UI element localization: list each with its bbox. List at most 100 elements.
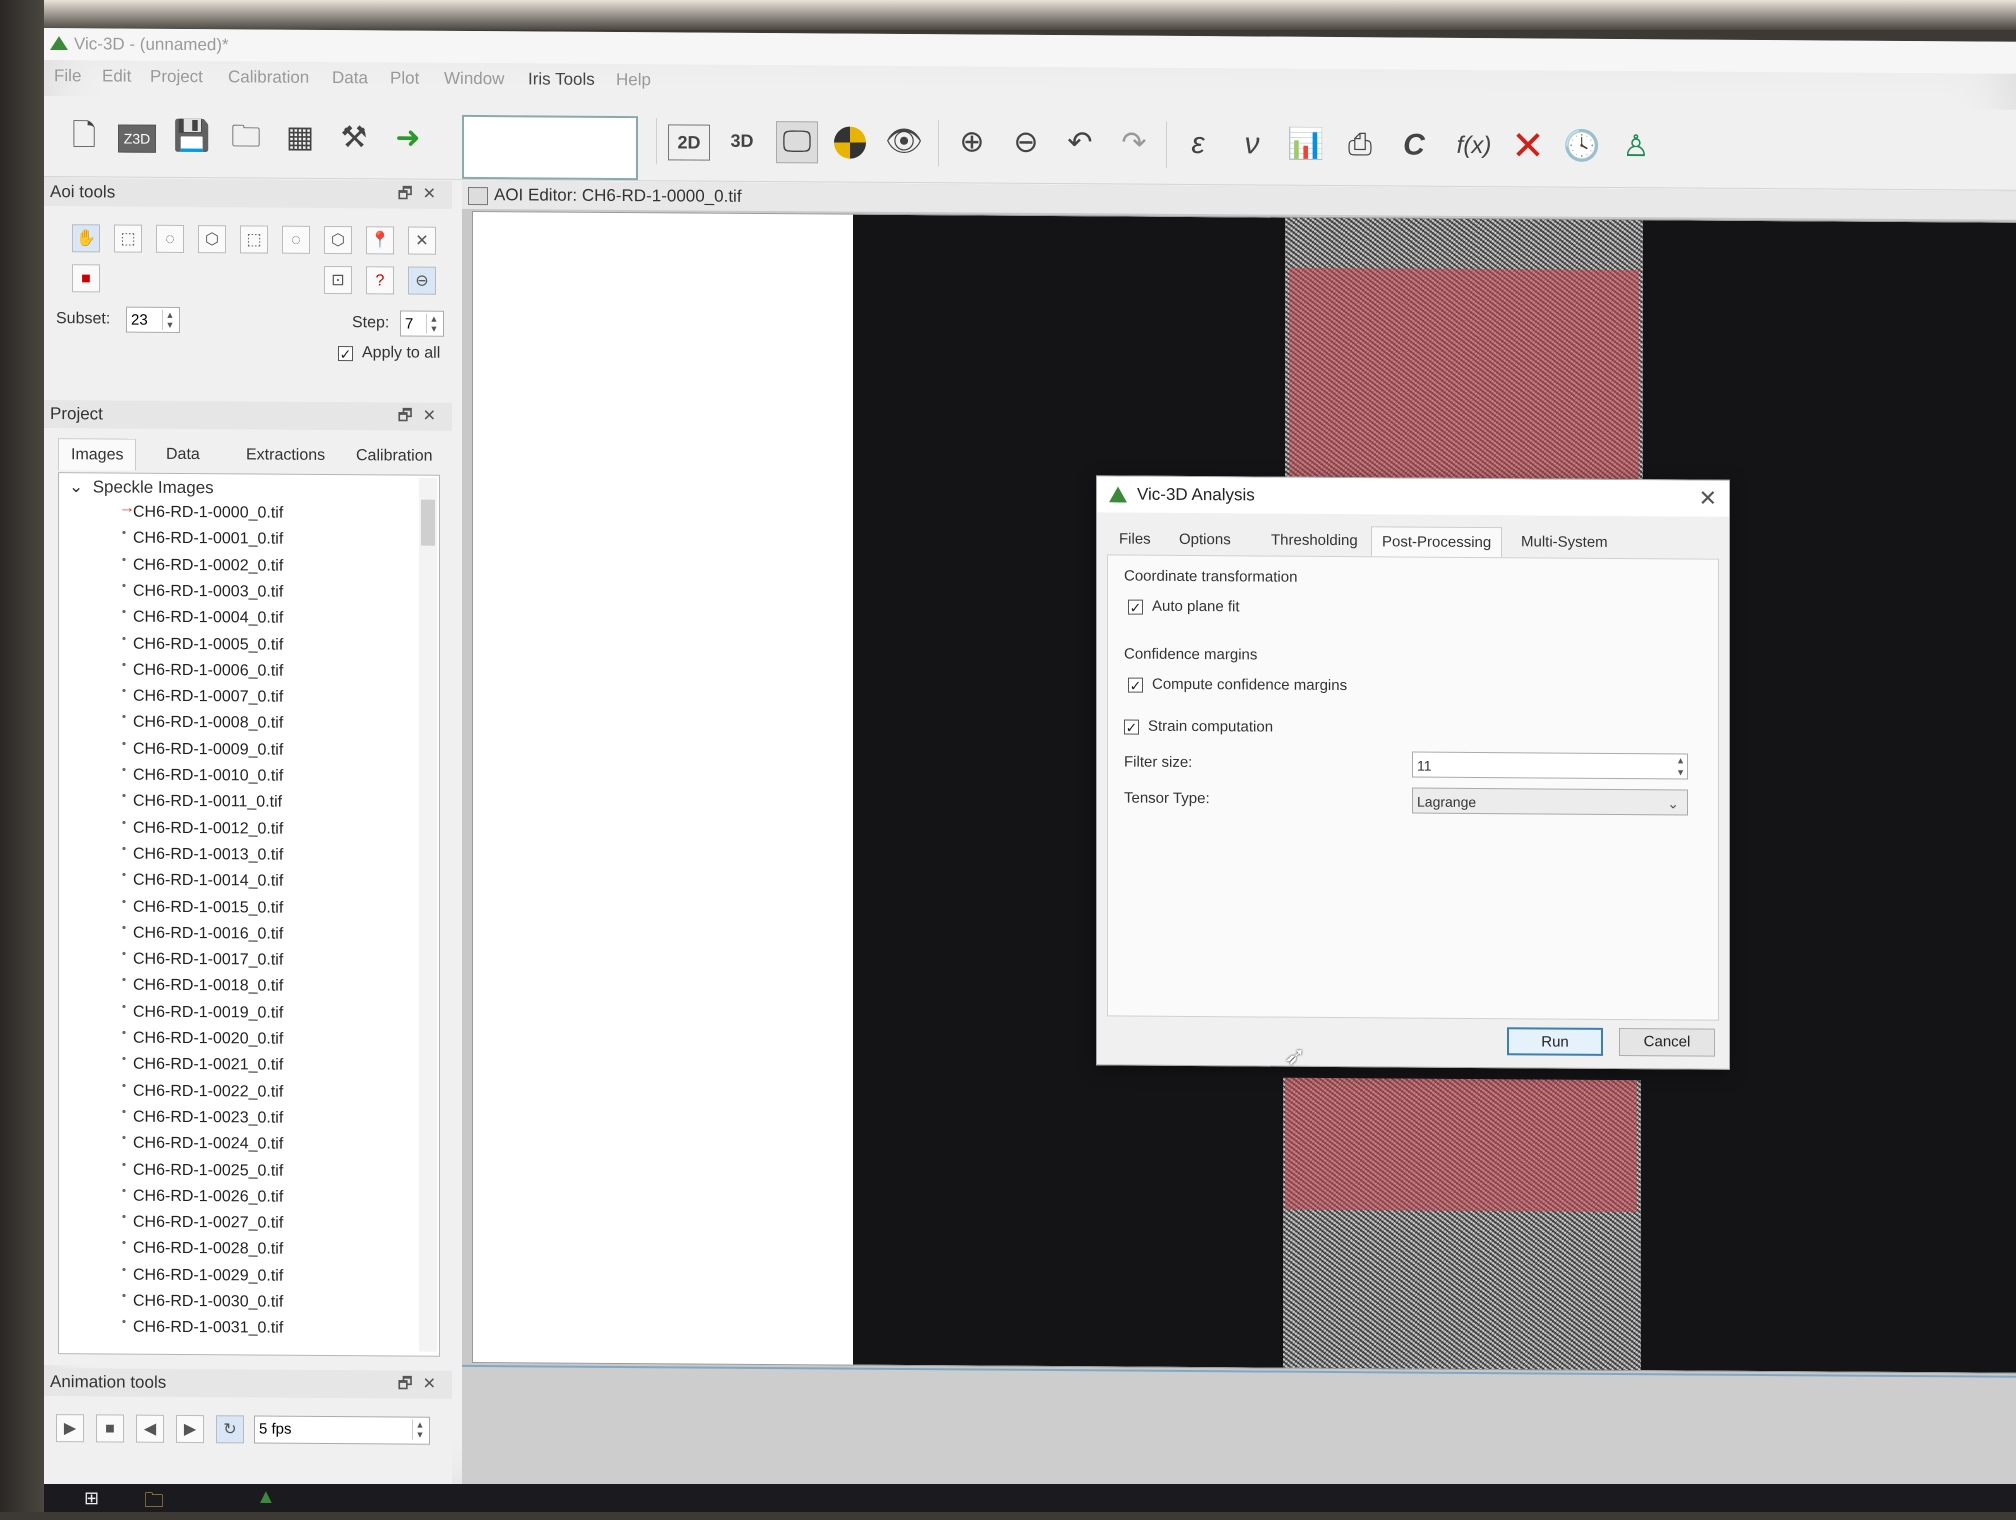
tree-file-item[interactable]: CH6-RD-1-0009_0.tif (133, 736, 283, 763)
tree-group-speckle-images[interactable]: Speckle Images (93, 477, 214, 497)
tab-files[interactable]: Files (1109, 524, 1161, 554)
target-icon[interactable] (830, 121, 870, 161)
tree-file-item[interactable]: CH6-RD-1-0015_0.tif (133, 894, 283, 921)
tree-file-item[interactable]: CH6-RD-1-0026_0.tif (133, 1183, 283, 1210)
tree-scrollbar[interactable] (419, 478, 437, 1352)
redo-icon[interactable]: ↷ (1114, 123, 1154, 163)
tree-file-item[interactable]: CH6-RD-1-0008_0.tif (133, 710, 283, 737)
tree-file-item[interactable]: CH6-RD-1-0012_0.tif (133, 815, 283, 842)
loop-icon[interactable]: ↻ (216, 1415, 244, 1443)
wand-icon[interactable]: ⚒ (334, 118, 374, 158)
export-arrow-icon[interactable]: ➜ (388, 118, 428, 158)
run-button[interactable]: Run (1507, 1027, 1603, 1056)
tree-file-item[interactable]: CH6-RD-1-0020_0.tif (133, 1026, 283, 1053)
tree-file-item[interactable]: CH6-RD-1-0005_0.tif (133, 631, 283, 658)
tree-file-item[interactable]: CH6-RD-1-0021_0.tif (133, 1052, 283, 1079)
tab-extractions[interactable]: Extractions (234, 439, 337, 472)
tab-post-processing[interactable]: Post-Processing (1371, 526, 1502, 558)
tree-file-item[interactable]: CH6-RD-1-0006_0.tif (133, 657, 283, 684)
compute-confidence-checkbox[interactable]: ✓ (1128, 678, 1143, 693)
grid-icon[interactable]: ▦ (280, 118, 320, 158)
tree-file-item[interactable]: CH6-RD-1-0003_0.tif (133, 579, 283, 606)
c-icon[interactable]: C (1394, 125, 1434, 165)
tree-file-item[interactable]: CH6-RD-1-0007_0.tif (133, 684, 283, 711)
tree-file-item[interactable]: CH6-RD-1-0029_0.tif (133, 1262, 283, 1289)
tree-file-item[interactable]: CH6-RD-1-0025_0.tif (133, 1157, 283, 1184)
tree-file-item[interactable]: CH6-RD-1-0027_0.tif (133, 1210, 283, 1237)
auto-plane-fit-checkbox[interactable]: ✓ (1128, 600, 1143, 615)
ellipse-select-icon[interactable]: ◌ (156, 225, 184, 253)
menu-data[interactable]: Data (332, 68, 368, 88)
chart-icon[interactable]: 📊 (1286, 125, 1326, 165)
fps-spinbox[interactable]: 5 fps▲▼ (254, 1415, 430, 1444)
vic3d-taskbar-icon[interactable]: ▲ (256, 1486, 276, 1509)
panel-float-close-icons[interactable]: 🗗✕ (398, 180, 446, 208)
tree-group-expander[interactable]: ⌄ Speckle Images (69, 477, 214, 498)
menu-iris-tools[interactable]: Iris Tools (528, 69, 595, 89)
strain-epsilon-icon[interactable]: ε (1178, 124, 1218, 164)
zoom-in-icon[interactable]: ⊕ (952, 122, 992, 162)
link-icon[interactable]: ⊖ (408, 267, 436, 295)
spin-arrows-icon[interactable]: ▲▼ (1676, 754, 1685, 778)
tree-file-item[interactable]: CH6-RD-1-0013_0.tif (133, 842, 283, 869)
extract-icon[interactable]: ⎙ (1340, 125, 1380, 165)
eye-icon[interactable]: 👁 (884, 122, 924, 162)
tab-images[interactable]: Images (58, 438, 136, 471)
menu-calibration[interactable]: Calibration (228, 67, 309, 88)
panel-float-close-icons[interactable]: 🗗✕ (398, 402, 446, 430)
next-frame-icon[interactable]: ▶ (176, 1415, 204, 1443)
step-spinbox[interactable]: 7▲▼ (400, 310, 444, 336)
poly-select-icon[interactable]: ⬡ (198, 225, 226, 253)
save-icon[interactable]: 💾 (172, 117, 212, 157)
tree-file-item[interactable]: CH6-RD-1-0030_0.tif (133, 1289, 283, 1316)
clear-aoi-icon[interactable]: ✕ (408, 227, 436, 255)
strain-computation-checkbox[interactable]: ✓ (1124, 720, 1139, 735)
aoi-region-bottom[interactable] (1285, 1078, 1637, 1212)
tree-file-item[interactable]: CH6-RD-1-0018_0.tif (133, 973, 283, 1000)
fit-icon[interactable]: ⊡ (324, 266, 352, 294)
open-folder-icon[interactable]: 🗀 (226, 117, 266, 157)
zoom-out-icon[interactable]: ⊖ (1006, 123, 1046, 163)
filter-size-spinbox[interactable]: 11▲▼ (1412, 752, 1688, 780)
apply-to-all-checkbox[interactable]: ✓ (338, 346, 353, 361)
tree-file-item[interactable]: CH6-RD-1-0002_0.tif (133, 552, 283, 579)
hand-tool-icon[interactable]: ✋ (72, 224, 100, 252)
poly-cut-icon[interactable]: ⬡ (324, 226, 352, 254)
tensor-type-select[interactable]: Lagrange⌄ (1412, 788, 1688, 816)
tab-options[interactable]: Options (1169, 525, 1241, 556)
subset-spinbox[interactable]: 23▲▼ (126, 307, 180, 333)
velocity-nu-icon[interactable]: ν (1232, 124, 1272, 164)
tree-file-item[interactable]: CH6-RD-1-0024_0.tif (133, 1131, 283, 1158)
rect-select-icon[interactable]: ⬚ (114, 224, 142, 252)
menu-plot[interactable]: Plot (390, 68, 419, 88)
tab-thresholding[interactable]: Thresholding (1261, 525, 1368, 556)
open-project-icon[interactable]: Z3D (118, 125, 156, 153)
tree-file-item[interactable]: CH6-RD-1-0023_0.tif (133, 1105, 283, 1132)
tree-file-item[interactable]: CH6-RD-1-0028_0.tif (133, 1236, 283, 1263)
tree-file-item[interactable]: CH6-RD-1-0004_0.tif (133, 605, 283, 632)
help-icon[interactable]: ? (366, 266, 394, 294)
new-file-icon[interactable]: 🗋 (64, 116, 104, 156)
tree-file-item[interactable]: CH6-RD-1-0022_0.tif (133, 1078, 283, 1105)
tree-file-item[interactable]: CH6-RD-1-0014_0.tif (133, 868, 283, 895)
pin-icon[interactable]: 📍 (366, 226, 394, 254)
tree-file-item[interactable]: CH6-RD-1-0001_0.tif (133, 526, 283, 553)
menu-edit[interactable]: Edit (102, 66, 131, 86)
view-3d-button[interactable]: 3D (722, 121, 762, 161)
tree-file-item[interactable]: CH6-RD-1-0031_0.tif (133, 1315, 283, 1342)
delete-icon[interactable]: ✕ (1508, 126, 1548, 166)
menu-window[interactable]: Window (444, 69, 504, 89)
tree-scroll-thumb[interactable] (421, 500, 435, 546)
tree-file-item[interactable]: CH6-RD-1-0000_0.tif (133, 500, 283, 527)
tab-data[interactable]: Data (154, 439, 212, 471)
tab-multi-system[interactable]: Multi-System (1511, 527, 1618, 558)
dialog-close-icon[interactable]: ✕ (1699, 481, 1717, 517)
tree-file-item[interactable]: CH6-RD-1-0010_0.tif (133, 763, 283, 790)
play-icon[interactable]: ▶ (56, 1414, 84, 1442)
prev-frame-icon[interactable]: ◀ (136, 1415, 164, 1443)
panel-float-close-icons[interactable]: 🗗✕ (398, 1370, 446, 1398)
menu-file[interactable]: File (54, 66, 81, 86)
menu-help[interactable]: Help (616, 70, 651, 90)
tree-file-item[interactable]: CH6-RD-1-0019_0.tif (133, 999, 283, 1026)
file-explorer-icon[interactable]: 🗀 (144, 1486, 164, 1520)
